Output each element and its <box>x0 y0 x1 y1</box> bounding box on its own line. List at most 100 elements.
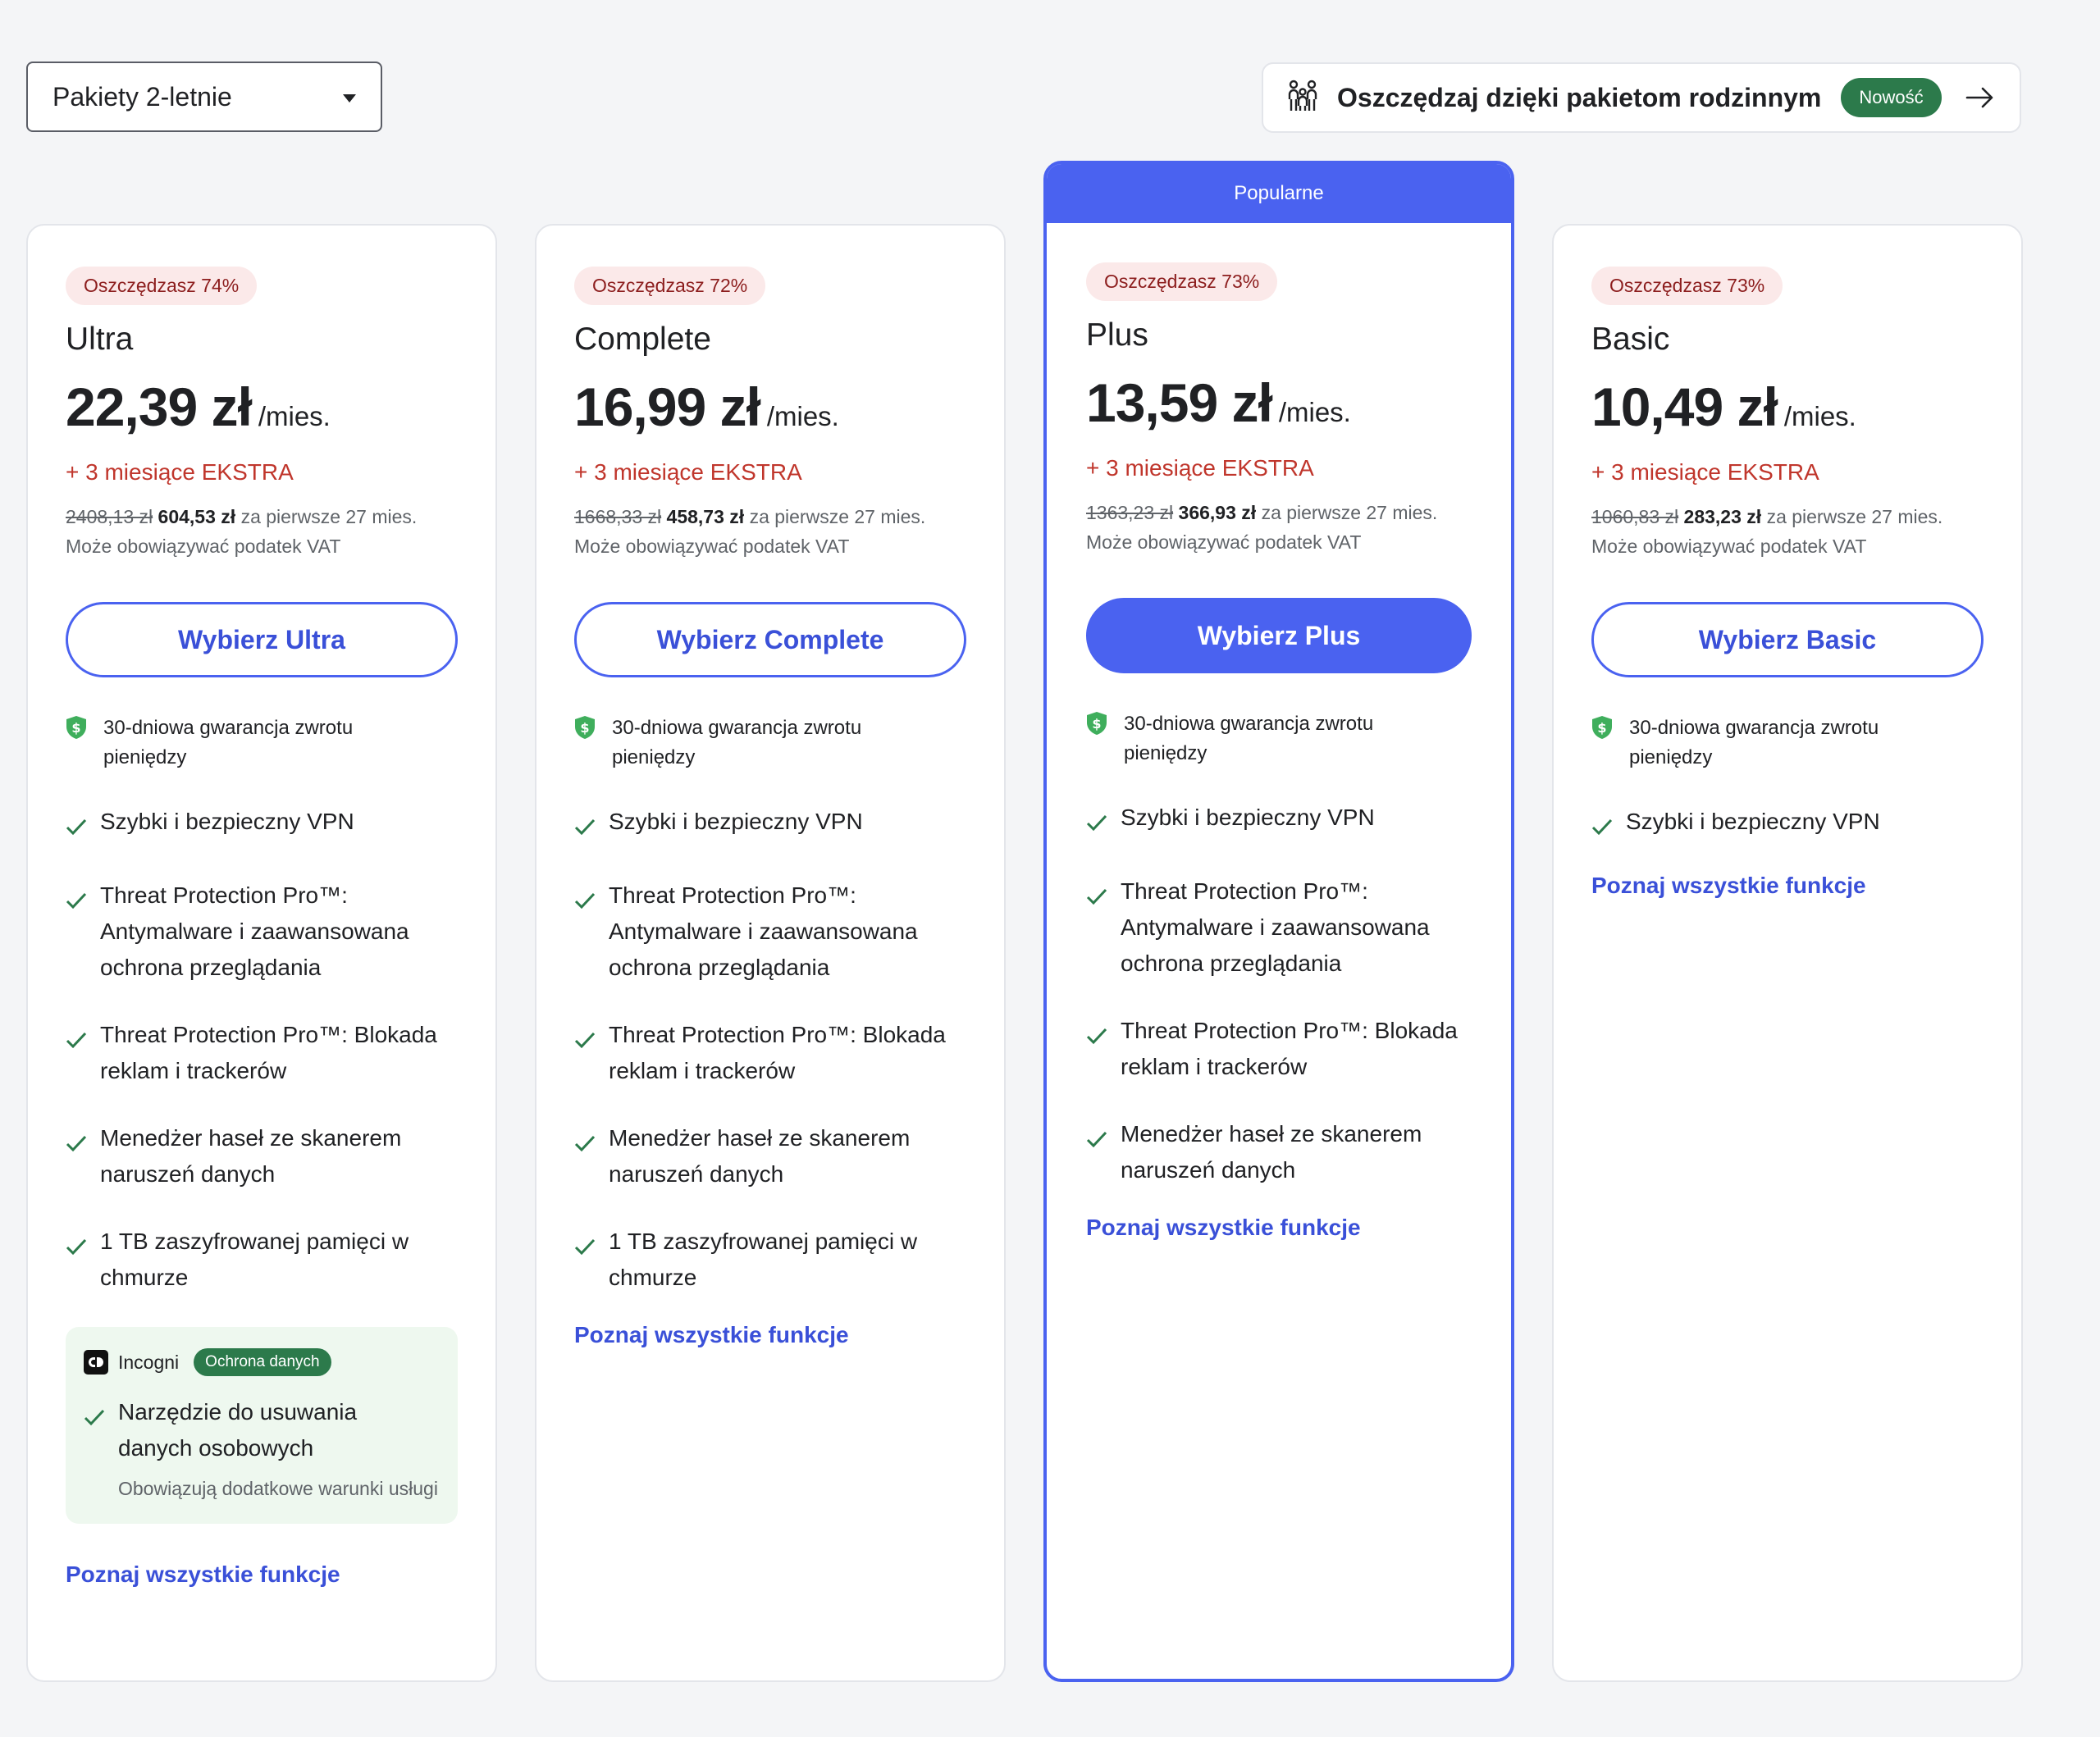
feature-item: Threat Protection Pro™: Blokada reklam i… <box>66 1017 458 1089</box>
check-icon <box>1086 1019 1109 1085</box>
family-plans-banner[interactable]: Oszczędzaj dzięki pakietom rodzinnym Now… <box>1262 62 2021 133</box>
money-back-guarantee: $ 30-dniowa gwarancja zwrotu pieniędzy <box>574 713 966 773</box>
svg-text:$: $ <box>580 720 589 736</box>
plan-card-basic: Oszczędzasz 73% Basic 10,49 zł /mies. + … <box>1552 224 2023 1682</box>
feature-text: Szybki i bezpieczny VPN <box>100 809 354 834</box>
price-period: /mies. <box>1278 397 1351 427</box>
check-icon <box>574 1127 597 1192</box>
shield-dollar-icon: $ <box>574 715 597 773</box>
shield-dollar-icon: $ <box>1591 715 1614 773</box>
feature-item: Szybki i bezpieczny VPN <box>66 804 458 846</box>
feature-text: Threat Protection Pro™: Blokada reklam i… <box>100 1022 437 1083</box>
check-icon <box>1086 806 1109 842</box>
plan-period-value: Pakiety 2-letnie <box>52 81 232 112</box>
old-price: 1668,33 zł <box>574 506 662 527</box>
feature-text: Szybki i bezpieczny VPN <box>1121 805 1375 830</box>
feature-item: Menedżer haseł ze skanerem naruszeń dany… <box>66 1120 458 1192</box>
svg-text:$: $ <box>1597 720 1606 736</box>
chevron-down-icon <box>343 94 356 103</box>
feature-text: Threat Protection Pro™: Blokada reklam i… <box>1121 1018 1458 1079</box>
billing-summary: 1668,33 zł 458,73 zł za pierwsze 27 mies… <box>574 502 966 531</box>
feature-text: Szybki i bezpieczny VPN <box>609 809 863 834</box>
see-all-features-link[interactable]: Poznaj wszystkie funkcje <box>1591 873 1866 899</box>
check-icon <box>66 1127 89 1192</box>
incogni-logo-icon <box>84 1350 108 1375</box>
new-total: 283,23 zł <box>1683 506 1762 527</box>
vat-note: Może obowiązywać podatek VAT <box>66 536 341 557</box>
feature-item: Szybki i bezpieczny VPN <box>1591 804 1984 846</box>
plan-card-ultra: Oszczędzasz 74% Ultra 22,39 zł /mies. + … <box>26 224 497 1682</box>
check-icon <box>1086 1123 1109 1188</box>
check-icon <box>66 1230 89 1296</box>
check-icon <box>66 1024 89 1089</box>
price-row: 16,99 zł /mies. <box>574 376 966 438</box>
shield-dollar-icon: $ <box>1086 711 1109 768</box>
feature-text: Threat Protection Pro™: Antymalware i za… <box>609 882 918 980</box>
new-total: 458,73 zł <box>666 506 745 527</box>
check-icon <box>574 1230 597 1296</box>
billing-period: za pierwsze 27 mies. <box>749 506 926 527</box>
feature-item: 1 TB zaszyfrowanej pamięci w chmurze <box>574 1224 966 1296</box>
select-basic-button[interactable]: Wybierz Basic <box>1591 602 1984 677</box>
incogni-addon: Incogni Ochrona danych Narzędzie do usuw… <box>66 1327 458 1524</box>
guarantee-text: 30-dniowa gwarancja zwrotu pieniędzy <box>1124 713 1374 764</box>
svg-text:$: $ <box>1092 716 1101 732</box>
old-price: 1363,23 zł <box>1086 502 1174 523</box>
feature-item: 1 TB zaszyfrowanej pamięci w chmurze <box>66 1224 458 1296</box>
incogni-feature: Narzędzie do usuwania danych osobowych <box>84 1394 438 1466</box>
select-complete-button[interactable]: Wybierz Complete <box>574 602 966 677</box>
feature-list: Szybki i bezpieczny VPN <box>1591 804 1984 846</box>
popular-label: Popularne <box>1047 164 1511 223</box>
new-total: 604,53 zł <box>158 506 236 527</box>
vat-note: Może obowiązywać podatek VAT <box>1591 536 1867 557</box>
new-total: 366,93 zł <box>1178 502 1257 523</box>
feature-item: Threat Protection Pro™: Antymalware i za… <box>574 878 966 986</box>
check-icon <box>574 884 597 986</box>
feature-text: 1 TB zaszyfrowanej pamięci w chmurze <box>100 1229 409 1290</box>
billing-summary: 1060,83 zł 283,23 zł za pierwsze 27 mies… <box>1591 502 1984 531</box>
money-back-guarantee: $ 30-dniowa gwarancja zwrotu pieniędzy <box>66 713 458 773</box>
incogni-feature-text: Narzędzie do usuwania danych osobowych <box>118 1399 358 1461</box>
price: 13,59 zł <box>1086 372 1273 433</box>
billing-period: za pierwsze 27 mies. <box>1766 506 1943 527</box>
feature-item: Menedżer haseł ze skanerem naruszeń dany… <box>574 1120 966 1192</box>
arrow-right-icon <box>1964 82 1995 117</box>
old-price: 1060,83 zł <box>1591 506 1679 527</box>
price-period: /mies. <box>766 401 839 431</box>
price: 22,39 zł <box>66 376 253 437</box>
feature-text: Menedżer haseł ze skanerem naruszeń dany… <box>100 1125 402 1187</box>
feature-text: Threat Protection Pro™: Blokada reklam i… <box>609 1022 946 1083</box>
billing-summary: 2408,13 zł 604,53 zł za pierwsze 27 mies… <box>66 502 458 531</box>
feature-text: 1 TB zaszyfrowanej pamięci w chmurze <box>609 1229 918 1290</box>
check-icon <box>1591 810 1614 846</box>
data-protection-badge: Ochrona danych <box>194 1348 331 1376</box>
see-all-features-link[interactable]: Poznaj wszystkie funkcje <box>66 1561 340 1588</box>
new-badge: Nowość <box>1841 78 1942 117</box>
feature-item: Szybki i bezpieczny VPN <box>574 804 966 846</box>
guarantee-text: 30-dniowa gwarancja zwrotu pieniędzy <box>103 717 354 768</box>
guarantee-text: 30-dniowa gwarancja zwrotu pieniędzy <box>612 717 862 768</box>
vat-note: Może obowiązywać podatek VAT <box>1086 531 1362 553</box>
extra-months: + 3 miesiące EKSTRA <box>1591 459 1819 485</box>
incogni-header: Incogni Ochrona danych <box>84 1348 438 1376</box>
feature-list: Szybki i bezpieczny VPN Threat Protectio… <box>1086 800 1473 1188</box>
check-icon <box>574 810 597 846</box>
check-icon <box>1086 880 1109 982</box>
see-all-features-link[interactable]: Poznaj wszystkie funkcje <box>574 1322 849 1348</box>
check-icon <box>574 1024 597 1089</box>
price: 16,99 zł <box>574 376 761 437</box>
billing-summary: 1363,23 zł 366,93 zł za pierwsze 27 mies… <box>1086 498 1473 527</box>
extra-months: + 3 miesiące EKSTRA <box>1086 455 1314 481</box>
feature-item: Threat Protection Pro™: Blokada reklam i… <box>1086 1013 1473 1085</box>
select-ultra-button[interactable]: Wybierz Ultra <box>66 602 458 677</box>
plan-card-plus: Popularne Oszczędzasz 73% Plus 13,59 zł … <box>1043 161 1514 1682</box>
plan-period-select[interactable]: Pakiety 2-letnie <box>26 62 382 132</box>
billing-period: za pierwsze 27 mies. <box>240 506 418 527</box>
plan-name: Complete <box>574 321 711 357</box>
feature-text: Menedżer haseł ze skanerem naruszeń dany… <box>1121 1121 1422 1183</box>
see-all-features-link[interactable]: Poznaj wszystkie funkcje <box>1086 1215 1361 1241</box>
plan-name: Plus <box>1086 317 1148 353</box>
money-back-guarantee: $ 30-dniowa gwarancja zwrotu pieniędzy <box>1086 709 1473 768</box>
price-period: /mies. <box>258 401 331 431</box>
select-plus-button[interactable]: Wybierz Plus <box>1086 598 1472 673</box>
